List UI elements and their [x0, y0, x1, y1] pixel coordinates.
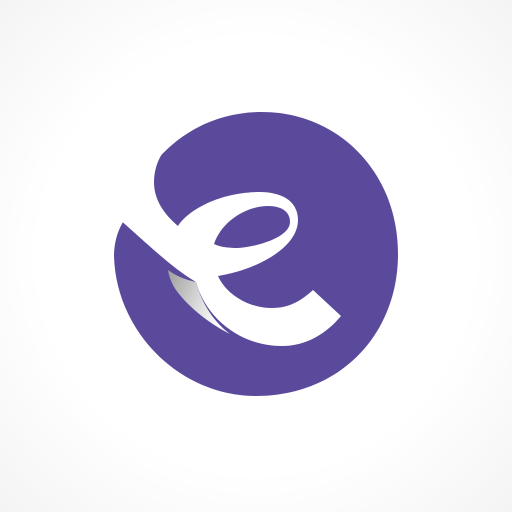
app-icon-canvas	[0, 0, 512, 512]
swirl-e-logo-icon	[114, 112, 398, 396]
